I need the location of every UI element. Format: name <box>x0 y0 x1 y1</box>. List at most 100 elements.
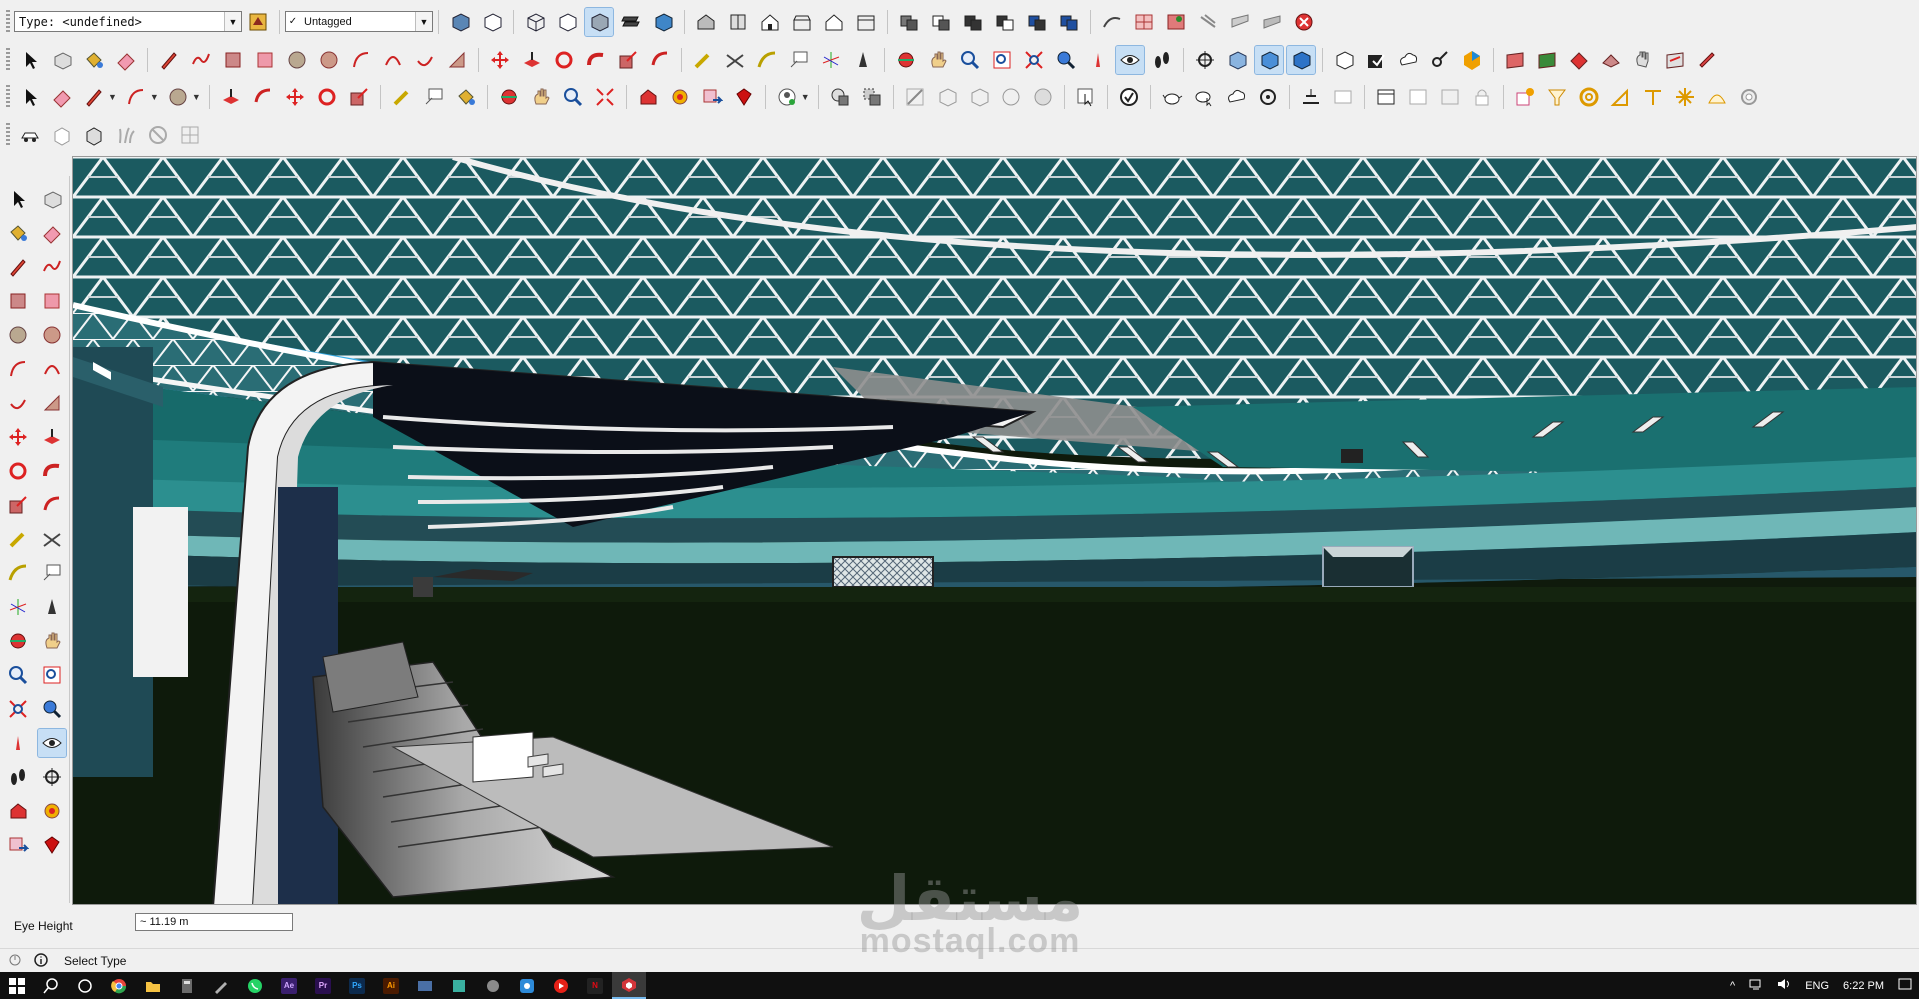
zoom-window-tool[interactable] <box>38 661 66 689</box>
chrome-icon[interactable] <box>102 972 136 999</box>
front-view-button[interactable] <box>756 8 784 36</box>
chevron-down-icon[interactable]: ▼ <box>192 92 201 102</box>
after-effects-icon[interactable]: Ae <box>272 972 306 999</box>
add-box-button[interactable] <box>48 121 76 149</box>
fredo-tool-7-button[interactable] <box>1703 83 1731 111</box>
circle-tool[interactable] <box>4 321 32 349</box>
position-camera-button[interactable] <box>1084 46 1112 74</box>
validate-button[interactable] <box>1115 83 1143 111</box>
game-app-icon[interactable] <box>476 972 510 999</box>
walk-button[interactable] <box>1148 46 1176 74</box>
sandbox-from-contours-button[interactable] <box>901 83 929 111</box>
capture-app-icon[interactable] <box>510 972 544 999</box>
previous-view-button[interactable] <box>1052 46 1080 74</box>
illustrator-icon[interactable]: Ai <box>374 972 408 999</box>
shaded-button[interactable] <box>584 6 614 37</box>
position-camera-tool[interactable] <box>4 729 32 757</box>
paint-bucket-button-large[interactable] <box>452 83 480 111</box>
select-tool[interactable] <box>4 185 32 213</box>
paint-bucket-tool[interactable] <box>4 219 32 247</box>
zoom-extents-button-large[interactable] <box>591 83 619 111</box>
geo-location-icon[interactable] <box>8 953 22 970</box>
iso-view-button[interactable] <box>692 8 720 36</box>
solid-tools-subtract-button[interactable] <box>858 83 886 111</box>
fredo-tool-3-button[interactable] <box>1575 83 1603 111</box>
monochrome-button[interactable] <box>649 8 677 36</box>
fredo-tool-8-button[interactable] <box>1735 83 1763 111</box>
sandbox-scratch-button[interactable] <box>1130 8 1158 36</box>
split-button[interactable] <box>1055 8 1083 36</box>
fredo-tool-4-button[interactable] <box>1607 83 1635 111</box>
info-icon[interactable] <box>34 952 48 970</box>
dimension-style-button[interactable] <box>1297 83 1325 111</box>
photo-textures-button[interactable] <box>1565 46 1593 74</box>
pie-button[interactable] <box>443 46 471 74</box>
zoom-button[interactable] <box>956 46 984 74</box>
pan-tool[interactable] <box>38 627 66 655</box>
circle-button[interactable] <box>283 46 311 74</box>
ruby-tool[interactable] <box>38 831 66 859</box>
rotate-tool[interactable] <box>4 457 32 485</box>
push-pull-tool[interactable] <box>38 423 66 451</box>
rectangle-button[interactable] <box>219 46 247 74</box>
sandbox-drape-button[interactable] <box>1029 83 1057 111</box>
whatsapp-icon[interactable] <box>238 972 272 999</box>
type-tool-button[interactable] <box>244 8 272 36</box>
select-button-large[interactable] <box>16 83 44 111</box>
xray-style-button[interactable] <box>446 8 474 36</box>
back-edges-button[interactable] <box>478 8 506 36</box>
sandbox-smoove-button[interactable] <box>965 83 993 111</box>
drawing-viewport[interactable] <box>72 156 1917 905</box>
zoom-button-large[interactable] <box>559 83 587 111</box>
toggle-terrain-button[interactable] <box>1533 46 1561 74</box>
pan-button[interactable] <box>924 46 952 74</box>
teapot-interact-button[interactable] <box>1190 83 1218 111</box>
window-frame-button[interactable] <box>1372 83 1400 111</box>
polygon-button[interactable] <box>315 46 343 74</box>
geo-model-button[interactable] <box>1597 46 1625 74</box>
start-icon[interactable] <box>0 972 34 999</box>
two-point-arc-tool[interactable] <box>38 355 66 383</box>
sync-button[interactable] <box>1254 83 1282 111</box>
component-library-button[interactable] <box>666 83 694 111</box>
media-app-icon[interactable] <box>408 972 442 999</box>
tape-measure-button-large[interactable] <box>388 83 416 111</box>
component-library-tool[interactable] <box>38 797 66 825</box>
push-pull-button[interactable] <box>518 46 546 74</box>
grid-button[interactable] <box>1329 83 1357 111</box>
3d-text-button[interactable] <box>849 46 877 74</box>
network-icon[interactable] <box>1749 978 1763 993</box>
tape-measure-tool[interactable] <box>4 525 32 553</box>
rotated-rectangle-button[interactable] <box>251 46 279 74</box>
top-view-button[interactable] <box>724 8 752 36</box>
paint-bucket-button[interactable] <box>80 46 108 74</box>
smoove-button[interactable] <box>1162 8 1190 36</box>
send-to-layout-tool[interactable] <box>4 831 32 859</box>
display-section-cuts-button[interactable] <box>1254 44 1284 75</box>
file-explorer-icon[interactable] <box>136 972 170 999</box>
fredo-tool-6-button[interactable] <box>1671 83 1699 111</box>
circle-button-large[interactable] <box>164 83 192 111</box>
extension-warehouse-button[interactable] <box>1426 46 1454 74</box>
hidden-line-button[interactable] <box>553 8 581 36</box>
scale-button-large[interactable] <box>345 83 373 111</box>
freehand-tool[interactable] <box>38 253 66 281</box>
display-section-fill-button[interactable] <box>1286 44 1316 75</box>
rotated-rectangle-tool[interactable] <box>38 287 66 315</box>
offset-button-large[interactable] <box>249 83 277 111</box>
cloud-render-button[interactable] <box>1222 83 1250 111</box>
previous-view-tool[interactable] <box>38 695 66 723</box>
freehand-button[interactable] <box>187 46 215 74</box>
protractor-button[interactable] <box>753 46 781 74</box>
chevron-down-icon[interactable]: ▼ <box>224 12 241 31</box>
line-tool[interactable] <box>4 253 32 281</box>
clear-location-button[interactable] <box>1629 46 1657 74</box>
move-button[interactable] <box>486 46 514 74</box>
dimension-tool[interactable] <box>38 525 66 553</box>
sketchup-icon[interactable] <box>612 972 646 999</box>
zoom-extents-tool[interactable] <box>4 695 32 723</box>
toolbar-grip[interactable] <box>6 9 10 34</box>
line-button-large[interactable] <box>80 83 108 111</box>
language-indicator[interactable]: ENG <box>1805 980 1829 992</box>
section-plane-button[interactable] <box>1191 46 1219 74</box>
